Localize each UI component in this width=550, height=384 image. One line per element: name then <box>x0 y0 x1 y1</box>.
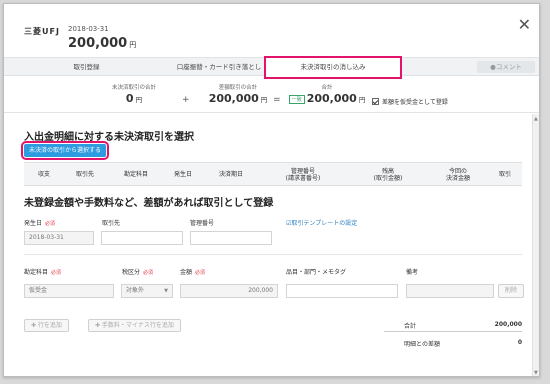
totals-divider <box>384 331 522 332</box>
add-row-button[interactable]: ✚ 行を追加 <box>24 319 69 332</box>
divider <box>24 254 522 255</box>
match-badge: 一致 <box>288 94 305 104</box>
statement-date: 2018-03-31 <box>68 25 109 33</box>
col-mgmt-number: 管理番号 (請求書番号) <box>285 167 321 183</box>
items-input[interactable] <box>286 284 398 298</box>
unsettled-table-header: 収支 取引先 勘定科目 発生日 決済期日 管理番号 (請求書番号) 残高 (取引… <box>24 162 522 186</box>
partner-label: 取引先 <box>102 220 121 227</box>
grand-total: 合計 一致 200,000 円 <box>286 83 368 105</box>
unsettled-total: 未決済取引の合計 0円 <box>111 85 156 105</box>
summary-bar: 未決済取引の合計 0円 + 差額取引の合計 200,000 円 = 合計 一致 20… <box>4 77 539 113</box>
col-transaction: 取引 <box>498 171 511 179</box>
amount-label: 金額 必須 <box>180 269 206 276</box>
register-diff-checkbox[interactable]: 差額を仮受金として登録 <box>372 97 448 106</box>
close-icon[interactable]: ✕ <box>518 17 531 33</box>
diff-total: 差額取引の合計 200,000 円 <box>208 85 268 105</box>
template-settings-link[interactable]: ☑取引テンプレートの設定 <box>286 218 357 227</box>
tab-account-transfer[interactable]: 口座振替・カード引き落とし <box>169 58 269 76</box>
col-account: 勘定科目 <box>123 171 148 179</box>
scroll-down-icon[interactable]: ▼ <box>534 370 538 376</box>
col-date: 発生日 <box>173 171 192 179</box>
account-select[interactable]: 仮受金 <box>24 284 114 298</box>
tab-unsettled-reconcile[interactable]: 未決済取引の消し込み <box>264 56 402 79</box>
reconcile-dialog: 三菱UFJ 2018-03-31 200,000 円 ✕ 取引登録 口座振替・カー… <box>3 3 540 377</box>
tax-select[interactable]: 対象外 ▼ <box>121 284 173 298</box>
tab-bar: 取引登録 口座振替・カード引き落とし 未決済取引の消し込み ●コメント <box>4 56 539 79</box>
chevron-down-icon: ▼ <box>164 288 168 294</box>
scroll-up-icon[interactable]: ▲ <box>534 116 538 122</box>
select-unsettled-button[interactable]: 未決済の取引から選択する <box>20 141 110 160</box>
col-settle-amount: 今回の 決済金額 <box>445 167 470 183</box>
section-title-unsettled: 入出金明細に対する未決済取引を選択 <box>24 132 194 143</box>
tax-label: 税区分 必須 <box>122 269 154 276</box>
mgmt-number-input[interactable] <box>190 231 272 245</box>
tab-register-transaction[interactable]: 取引登録 <box>4 58 169 76</box>
equals-sign: = <box>273 95 281 105</box>
dialog-header: 三菱UFJ 2018-03-31 200,000 円 ✕ <box>4 4 539 58</box>
scrollbar[interactable]: ▲ ▼ <box>532 114 539 376</box>
content-scroll-area: 入出金明細に対する未決済取引を選択 未決済の取引から選択する 収支 取引先 勘定… <box>4 114 539 376</box>
memo-label: 備考 <box>406 269 419 276</box>
mgmt-number-label: 管理番号 <box>190 220 215 227</box>
items-label: 品目・部門・メモタグ <box>286 269 347 276</box>
section-title-register-diff: 未登録金額や手数料など、差額があれば取引として登録 <box>24 198 274 209</box>
memo-input[interactable] <box>406 284 494 298</box>
statement-amount: 200,000 円 <box>68 36 137 51</box>
date-input[interactable]: 2018-03-31 <box>24 231 94 245</box>
amount-input[interactable]: 200,000 <box>180 284 278 298</box>
col-balance: 残高 (取引金額) <box>373 167 403 183</box>
bank-name: 三菱UFJ <box>24 27 60 36</box>
partner-input[interactable] <box>101 231 183 245</box>
col-partner: 取引先 <box>75 171 94 179</box>
account-label: 勘定科目 必須 <box>24 269 62 276</box>
plus-sign: + <box>182 95 190 105</box>
col-income-expense: 収支 <box>37 171 50 179</box>
comment-button[interactable]: ●コメント <box>477 61 535 73</box>
date-label: 発生日 必須 <box>24 220 56 227</box>
add-fee-row-button[interactable]: ✚ 手数料・マイナス行を追加 <box>88 319 181 332</box>
col-due-date: 決済期日 <box>218 171 243 179</box>
checkbox-checked-icon[interactable] <box>372 98 379 105</box>
delete-row-button[interactable]: 削除 <box>498 284 525 298</box>
